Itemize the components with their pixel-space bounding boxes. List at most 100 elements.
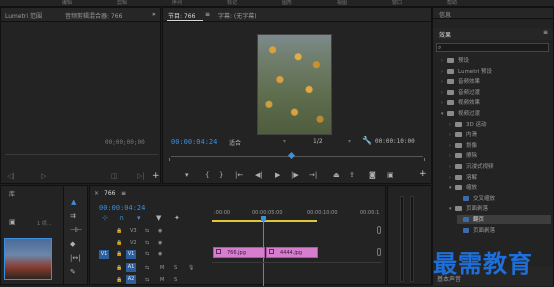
sync-lock-icon[interactable]: ⇆ (145, 228, 149, 234)
vertical-scrollbar[interactable] (377, 226, 381, 234)
effects-tree-item[interactable]: 翻页 (457, 215, 551, 224)
mark-in-icon[interactable]: { (205, 172, 209, 179)
solo-button[interactable]: S (174, 277, 177, 283)
razor-tool-icon[interactable]: ◆ (70, 241, 75, 248)
resolution-select[interactable]: 1/2 (313, 138, 323, 145)
menu-item[interactable]: 图形 (282, 0, 292, 6)
effects-tree-item[interactable]: › 划像 (449, 141, 477, 150)
folder-icon[interactable]: ▣ (9, 218, 16, 226)
sync-lock-icon[interactable]: ⇆ (145, 277, 149, 283)
tab-audio-clip-mixer[interactable]: 音频剪辑混合器: 766 (65, 11, 122, 20)
source-scrubber[interactable] (5, 154, 158, 155)
tab-effects[interactable]: 效果 (439, 30, 451, 39)
menu-item[interactable]: 序列 (172, 0, 182, 6)
panel-menu-icon[interactable]: ≡ (205, 11, 210, 18)
go-to-in-icon[interactable]: |← (235, 172, 243, 179)
effects-tree-item[interactable]: 页面剥落 (457, 226, 495, 235)
tab-program[interactable]: 节目: 766 (168, 11, 195, 20)
solo-button[interactable]: S (174, 265, 177, 271)
panel-menu-icon[interactable]: ≡ (543, 29, 548, 36)
menu-item[interactable]: 帮助 (447, 0, 457, 6)
mute-button[interactable]: M (160, 265, 164, 271)
export-frame-icon[interactable]: ◫ (111, 173, 118, 180)
vertical-scrollbar[interactable] (377, 248, 381, 256)
add-button-icon[interactable]: + (152, 172, 160, 181)
wrench-icon[interactable]: 🔧 (362, 136, 372, 145)
effects-tree-item[interactable]: › 音频过渡 (441, 88, 480, 97)
play-icon[interactable]: ▶ (275, 172, 280, 179)
go-to-out-icon[interactable]: →| (309, 172, 317, 179)
effects-tree-item[interactable]: › Lumetri 预设 (441, 67, 492, 76)
extract-icon[interactable]: ⇪ (349, 172, 355, 179)
menu-item[interactable]: 编辑 (62, 0, 72, 6)
effects-tree-item[interactable]: 交叉缩放 (457, 194, 495, 203)
step-forward-icon[interactable]: |▶ (291, 172, 299, 179)
captions-icon[interactable]: ▼ (156, 215, 161, 222)
ripple-edit-tool-icon[interactable]: ⊣⊢ (70, 227, 82, 234)
resolution-dropdown-icon[interactable]: ▾ (348, 138, 351, 145)
menu-item[interactable]: 视图 (337, 0, 347, 6)
add-button-icon[interactable]: + (419, 170, 427, 179)
eye-icon[interactable]: ◉ (158, 228, 162, 234)
comparison-view-icon[interactable]: ▣ (387, 172, 394, 179)
step-forward-icon[interactable]: ▷| (137, 173, 145, 180)
lift-icon[interactable]: ⏏ (333, 172, 340, 179)
effects-tree-item[interactable]: › 溶解 (449, 173, 477, 182)
track-target-a2[interactable]: A2 (126, 275, 136, 284)
fit-dropdown-icon[interactable]: ▾ (283, 138, 286, 145)
track-target-a1[interactable]: A1 (126, 263, 136, 272)
source-patch-v1[interactable]: V1 (99, 250, 109, 259)
zoom-bar[interactable] (169, 158, 425, 161)
more-panels-icon[interactable]: » (152, 11, 156, 18)
mark-out-icon[interactable]: } (219, 172, 223, 179)
sync-lock-icon[interactable]: ⇆ (145, 240, 149, 246)
wrench-icon[interactable]: ✦ (174, 215, 180, 222)
effects-tree-item[interactable]: › 音频效果 (441, 77, 480, 86)
time-ruler[interactable]: :00:00 00:00:05:00 00:00:10:00 00:00:1 (212, 208, 382, 218)
lock-icon[interactable]: 🔒 (116, 228, 122, 234)
lock-icon[interactable]: 🔒 (116, 240, 122, 246)
mute-button[interactable]: M (160, 277, 164, 283)
project-thumbnail[interactable] (4, 238, 52, 280)
track-select-tool-icon[interactable]: ⇉ (70, 213, 76, 220)
lock-icon[interactable]: 🔒 (116, 265, 122, 271)
play-icon[interactable]: ▷ (41, 173, 46, 180)
linked-selection-icon[interactable]: ∩ (119, 215, 124, 222)
add-marker-icon[interactable]: ▾ (137, 215, 141, 222)
effects-search-input[interactable]: ⌕ (436, 43, 549, 52)
tab-lumetri-scopes[interactable]: Lumetri 范围 (5, 11, 42, 20)
fit-select[interactable]: 适合 (229, 138, 241, 147)
lock-icon[interactable]: 🔒 (116, 277, 122, 283)
menu-item[interactable]: 剪辑 (117, 0, 127, 6)
effects-tree-item[interactable]: ▾ 视频过渡 (441, 109, 480, 118)
playhead-marker[interactable] (261, 216, 266, 221)
effects-tree-item[interactable]: › 擦除 (449, 151, 477, 160)
program-current-timecode[interactable]: 00:00:04:24 (171, 138, 217, 146)
menu-item[interactable]: 窗口 (392, 0, 402, 6)
microphone-icon[interactable]: 🎙 (188, 265, 194, 271)
selection-tool-icon[interactable]: ▲ (71, 199, 76, 206)
effects-tree-item[interactable]: ▾ 缩放 (449, 183, 477, 192)
lock-icon[interactable]: 🔒 (116, 251, 122, 257)
timeline-timecode[interactable]: 00:00:04:24 (99, 204, 145, 212)
sync-lock-icon[interactable]: ⇆ (145, 251, 149, 257)
menu-item[interactable]: 标记 (227, 0, 237, 6)
snap-icon[interactable]: ⊹ (102, 215, 108, 222)
effects-tree-item[interactable]: › 3D 运动 (449, 120, 486, 129)
track-target-v1[interactable]: V1 (126, 250, 136, 259)
eye-icon[interactable]: ◉ (158, 240, 162, 246)
timeline-close-icon[interactable]: × (94, 190, 99, 197)
step-back-icon[interactable]: ◁| (7, 173, 15, 180)
effects-tree-item[interactable]: ▾ 页面剥落 (449, 204, 488, 213)
tab-sequence[interactable]: 766 (104, 190, 115, 197)
tab-captions[interactable]: 字幕: (无字幕) (218, 11, 257, 20)
slip-tool-icon[interactable]: |↔| (70, 255, 81, 262)
effects-tree-item[interactable]: › 沉浸式视频 (449, 162, 494, 171)
sync-lock-icon[interactable]: ⇆ (145, 265, 149, 271)
pen-tool-icon[interactable]: ✎ (70, 269, 76, 276)
eye-icon[interactable]: ◉ (158, 251, 162, 257)
program-scrubber[interactable] (171, 156, 423, 157)
export-frame-icon[interactable]: ◙ (369, 172, 376, 179)
tab-info[interactable]: 信息 (439, 10, 451, 19)
add-marker-icon[interactable]: ▾ (185, 172, 189, 179)
